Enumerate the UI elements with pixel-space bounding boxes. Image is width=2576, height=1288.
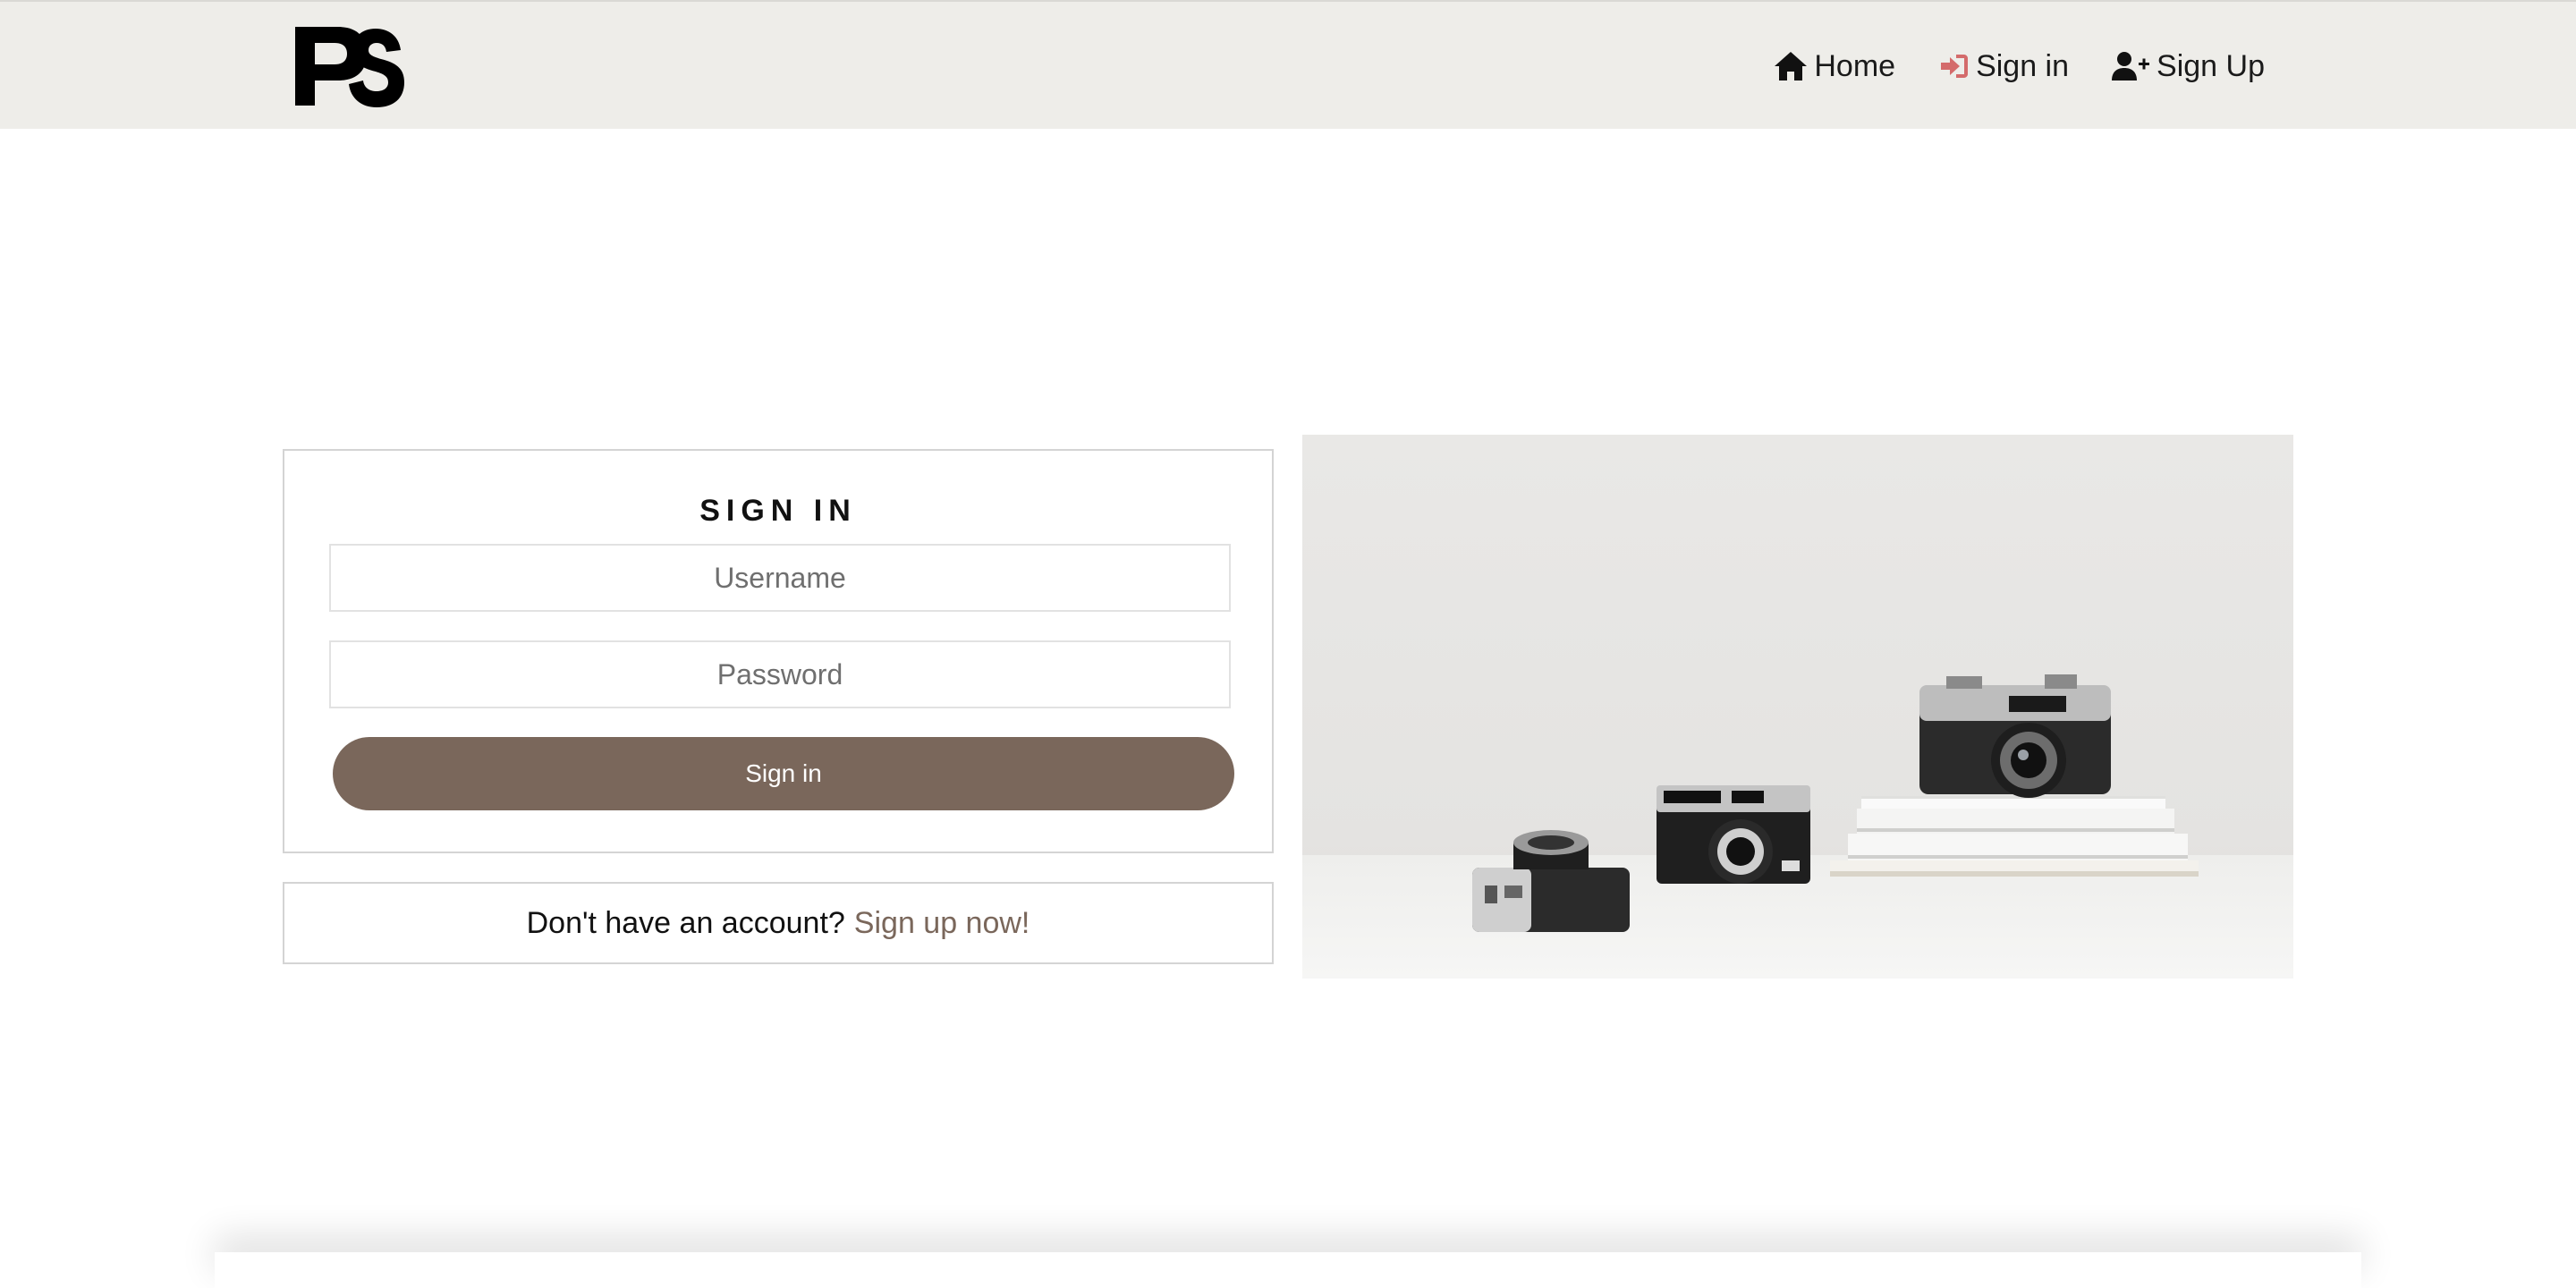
nav-links: Home Sign in Sign Up [1773, 38, 2265, 95]
signup-prompt: Don't have an account? Sign up now! [283, 882, 1274, 964]
top-navbar: Home Sign in Sign Up [0, 0, 2576, 129]
signup-now-link[interactable]: Sign up now! [854, 906, 1030, 941]
signin-card: SIGN IN Sign in [283, 449, 1274, 853]
nav-signup-label: Sign Up [2157, 48, 2265, 83]
username-input[interactable] [329, 544, 1231, 612]
sign-in-icon [1938, 50, 1970, 82]
nav-home-label: Home [1814, 48, 1896, 83]
signup-prompt-text: Don't have an account? [526, 905, 845, 940]
brand-logo[interactable] [292, 23, 406, 109]
nav-home-link[interactable]: Home [1773, 49, 1895, 84]
nav-signin-link[interactable]: Sign in [1938, 49, 2069, 84]
footer-edge [215, 1252, 2361, 1288]
signin-submit-button[interactable]: Sign in [333, 737, 1234, 810]
nav-signup-link[interactable]: Sign Up [2112, 49, 2265, 84]
user-plus-icon [2112, 50, 2151, 82]
password-input[interactable] [329, 640, 1231, 708]
hero-camera-photo [1302, 435, 2293, 979]
home-icon [1773, 50, 1809, 82]
nav-signin-label: Sign in [1976, 48, 2070, 83]
signin-title: SIGN IN [699, 494, 857, 528]
